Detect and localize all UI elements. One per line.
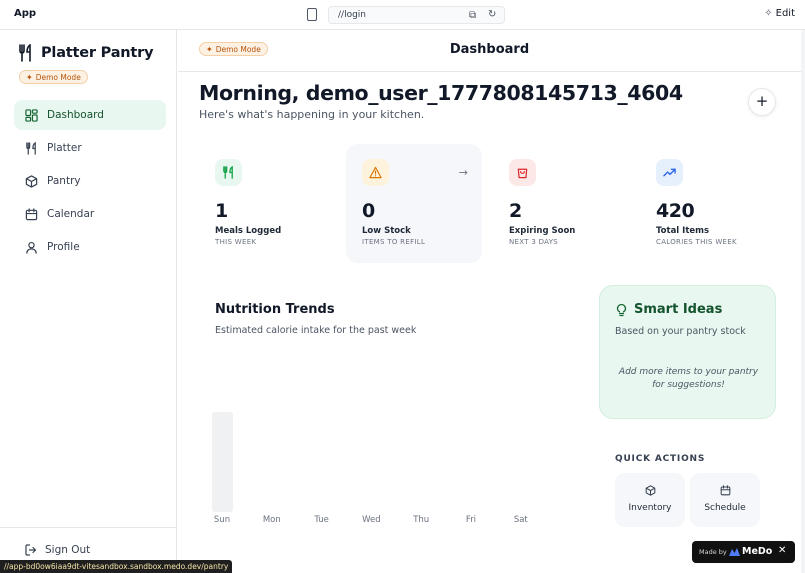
stat-value: 2 [509,200,522,222]
stat-value: 1 [215,200,228,222]
stat-label: Meals Logged [215,226,282,236]
demo-mode-label: Demo Mode [35,72,81,82]
stat-icon-wrap [509,159,536,186]
dashboard-icon [25,108,38,122]
stat-value: 420 [656,200,695,222]
nutrition-trends-subtitle: Estimated calorie intake for the past we… [215,325,417,336]
main-header: ✦ Demo Mode Dashboard [178,30,801,72]
shopping-bag-icon [517,168,528,179]
url-bar[interactable]: //login ⧉ ↻ [328,6,505,24]
greeting-subtitle: Here's what's happening in your kitchen. [199,108,425,121]
stat-label: Total Items [656,226,710,236]
sidebar-item-pantry[interactable]: Pantry [14,166,166,196]
smart-ideas-subtitle: Based on your pantry stock [615,326,746,337]
chart-tick-wed: Wed [362,515,381,525]
sidebar-item-label: Pantry [47,175,81,187]
stat-sublabel: THIS WEEK [215,238,257,246]
log-out-icon [25,544,37,556]
scrollbar[interactable] [801,30,805,573]
stat-sublabel: NEXT 3 DAYS [509,238,559,246]
wand-icon: ✦ [26,72,33,82]
sidebar-nav: Dashboard Platter Pantry Calendar Profil… [14,100,166,265]
chart-tick-sat: Sat [513,515,528,525]
arrow-right-icon[interactable]: → [459,166,468,179]
warning-icon [369,166,382,179]
browser-toolbar: App //login ⧉ ↻ ✧ Edit [0,0,805,30]
medo-logo-icon [729,548,740,556]
stat-icon-wrap [362,159,389,186]
sign-out-button[interactable]: Sign Out [25,544,90,556]
quick-action-label: Schedule [704,503,746,513]
sidebar-divider [0,527,177,528]
stat-card-low-stock[interactable]: → 0 Low Stock ITEMS TO REFILL [346,144,482,263]
greeting-title: Morning, demo_user_1777808145713_4604 [199,81,683,105]
chart-tick-sun: Sun [213,515,231,525]
sidebar-item-profile[interactable]: Profile [14,232,166,262]
smart-ideas-title: Smart Ideas [634,302,723,317]
utensils-icon [26,141,36,155]
sidebar: Platter Pantry ✦ Demo Mode Dashboard Plat… [0,30,177,573]
page-title: Dashboard [449,42,530,57]
brand-name: Platter Pantry [41,45,154,61]
stat-value: 0 [362,200,375,222]
chart-tick-fri: Fri [465,515,477,525]
stat-icon-wrap [215,159,242,186]
lightbulb-icon [616,303,627,317]
sidebar-item-calendar[interactable]: Calendar [14,199,166,229]
demo-mode-badge: ✦ Demo Mode [19,70,88,84]
open-external-icon[interactable]: ⧉ [469,10,476,21]
calendar-icon [720,485,731,496]
sidebar-item-label: Calendar [47,208,95,220]
box-icon [25,174,38,188]
status-url: //app-bd0ow6iaa9dt-vitesandbox.sandbox.m… [0,560,233,573]
made-by-medo-badge[interactable]: Made by MeDo ✕ [692,541,795,563]
chart-tick-thu: Thu [413,515,430,525]
smart-ideas-message: Add more items to your pantry for sugges… [618,367,759,390]
stat-sublabel: ITEMS TO REFILL [362,238,426,246]
sidebar-item-label: Platter [47,142,82,154]
chart-tick-mon: Mon [262,515,281,525]
stat-sublabel: CALORIES THIS WEEK [656,238,737,246]
mobile-device-icon[interactable] [307,8,317,21]
sign-out-label: Sign Out [45,544,91,556]
url-text[interactable]: //login [338,10,366,20]
quick-action-label: Inventory [628,503,672,513]
user-icon [26,241,37,254]
brand[interactable]: Platter Pantry [18,44,154,62]
trend-up-icon [663,168,676,177]
close-icon[interactable]: ✕ [778,545,786,556]
chart-tick-tue: Tue [314,515,329,525]
utensils-icon [223,166,233,179]
edit-button[interactable]: ✧ Edit [764,8,795,19]
stat-label: Low Stock [362,226,411,236]
quick-actions-title: QUICK ACTIONS [615,454,706,464]
stat-icon-wrap [656,159,683,186]
box-icon [645,485,656,496]
stat-card-meals-logged[interactable]: 1 Meals Logged THIS WEEK [199,144,335,263]
plus-icon: + [755,92,769,110]
calendar-icon [25,207,38,220]
chart-bar-sun [211,412,233,512]
quick-action-inventory[interactable]: Inventory [615,473,685,527]
sidebar-item-label: Dashboard [47,109,104,121]
reload-icon[interactable]: ↻ [488,9,496,20]
utensils-icon [19,44,31,62]
stat-card-expiring-soon[interactable]: 2 Expiring Soon NEXT 3 DAYS [493,144,629,263]
quick-action-schedule[interactable]: Schedule [690,473,760,527]
nutrition-trends-title: Nutrition Trends [215,302,335,317]
nutrition-chart: Sun Mon Tue Wed Thu Fri Sat [208,400,568,530]
sidebar-item-platter[interactable]: Platter [14,133,166,163]
smart-ideas-card: Smart Ideas Based on your pantry stock A… [599,285,776,419]
sparkle-icon: ✧ [764,8,773,19]
sidebar-item-dashboard[interactable]: Dashboard [14,100,166,130]
made-by-label: Made by [699,548,727,556]
sidebar-item-label: Profile [47,241,80,253]
medo-brand: MeDo [742,546,773,557]
app-title: App [14,8,37,19]
edit-label: Edit [775,8,795,19]
stat-label: Expiring Soon [509,226,576,236]
add-button[interactable]: + [748,88,776,116]
stat-card-total-items[interactable]: 420 Total Items CALORIES THIS WEEK [640,144,776,263]
main-content: ✦ Demo Mode Dashboard Morning, demo_user_… [178,30,801,573]
